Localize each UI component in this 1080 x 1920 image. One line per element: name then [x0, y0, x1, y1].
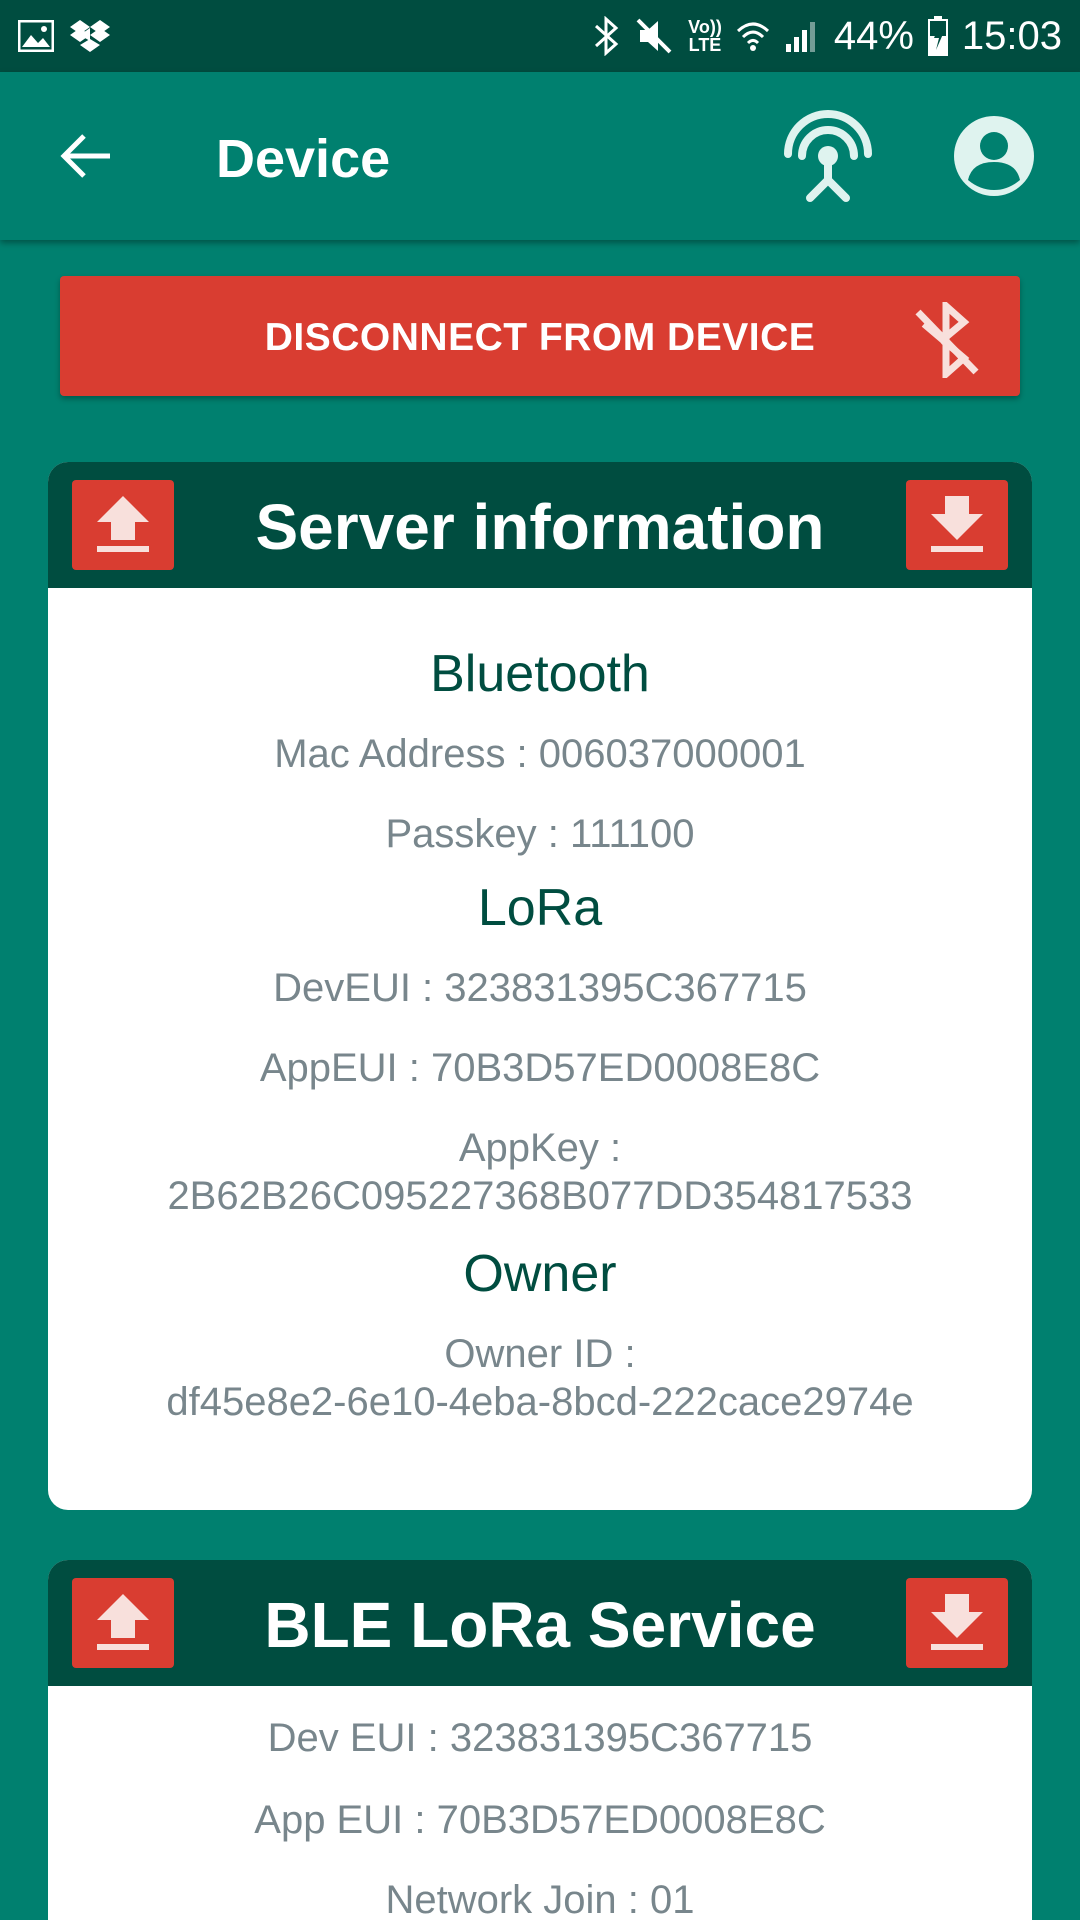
passkey: Passkey : 111100: [385, 812, 695, 856]
card-body: Bluetooth Mac Address : 006037000001 Pas…: [48, 644, 1032, 1426]
appeui: AppEUI : 70B3D57ED0008E8C: [259, 1046, 821, 1090]
lora-heading: LoRa: [477, 879, 603, 937]
appkey-value: 2B62B26C095227368B077DD354817533: [167, 1174, 913, 1218]
mute-icon: [636, 18, 672, 54]
owner-id-value: df45e8e2-6e10-4eba-8bcd-222cace2974e: [166, 1380, 914, 1424]
owner-id-label: Owner ID :: [444, 1332, 636, 1376]
battery-percent: 44%: [833, 13, 914, 58]
card-header: Server information: [48, 462, 1032, 588]
account-button[interactable]: [952, 114, 1036, 198]
dropbox-icon: [70, 20, 110, 52]
back-button[interactable]: [54, 124, 118, 188]
mac-address: Mac Address : 006037000001: [274, 732, 806, 776]
server-information-card: Server information Bluetooth Mac Address…: [48, 462, 1032, 1510]
ble-lora-service-card: BLE LoRa Service Dev EUI : 323831395C367…: [48, 1560, 1032, 1920]
app-bar: Device: [0, 72, 1080, 240]
deveui: DevEUI : 323831395C367715: [273, 966, 807, 1010]
owner-heading: Owner: [463, 1245, 617, 1303]
antenna-icon: [784, 110, 872, 202]
network-join: Network Join : 01: [385, 1878, 695, 1920]
page-title: Device: [216, 129, 391, 189]
card-title: Server information: [255, 491, 825, 563]
volte-icon: Vo)) LTE: [688, 17, 722, 55]
bluetooth-heading: Bluetooth: [430, 645, 650, 703]
battery-icon: [927, 16, 948, 56]
card-body: Dev EUI : 323831395C367715 App EUI : 70B…: [48, 1714, 1032, 1920]
download-icon: [931, 1594, 983, 1650]
card-header: BLE LoRa Service: [48, 1560, 1032, 1686]
back-arrow-icon: [60, 134, 110, 178]
bluetooth-icon: [595, 16, 619, 56]
image-icon: [18, 20, 54, 52]
app-eui: App EUI : 70B3D57ED0008E8C: [254, 1798, 826, 1842]
appkey-label: AppKey :: [458, 1126, 622, 1170]
dev-eui: Dev EUI : 323831395C367715: [267, 1716, 813, 1760]
download-button[interactable]: [906, 480, 1008, 570]
download-button[interactable]: [906, 1578, 1008, 1668]
signal-icon: [785, 22, 815, 52]
antenna-button[interactable]: [780, 110, 876, 202]
bluetooth-disabled-icon: [915, 302, 979, 378]
status-bar: Vo)) LTE 44% 15:03: [0, 0, 1080, 72]
clock: 15:03: [961, 13, 1062, 58]
disconnect-button[interactable]: DISCONNECT FROM DEVICE: [60, 276, 1020, 396]
disconnect-label: DISCONNECT FROM DEVICE: [264, 316, 816, 359]
card-title: BLE LoRa Service: [264, 1589, 816, 1661]
download-icon: [931, 496, 983, 552]
account-icon: [954, 116, 1034, 196]
wifi-icon: [736, 22, 769, 51]
